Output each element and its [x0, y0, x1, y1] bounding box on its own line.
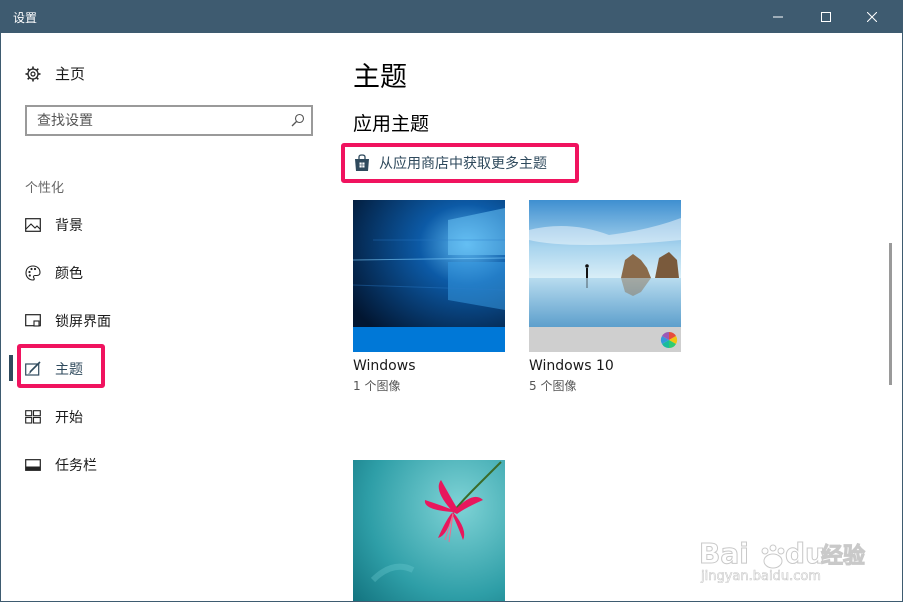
sidebar-item-label: 任务栏 [55, 458, 97, 474]
sidebar-item-start[interactable]: 开始 [25, 405, 83, 429]
sidebar-item-label: 颜色 [55, 266, 83, 282]
sidebar-item-background[interactable]: 背景 [25, 213, 83, 237]
window-title: 设置 [13, 11, 38, 25]
theme-image-count: 1 个图像 [353, 379, 401, 393]
theme-name: Windows 10 [529, 358, 614, 374]
highlight-box-store-link [341, 143, 579, 183]
search-icon[interactable] [291, 112, 305, 131]
gear-icon [25, 66, 41, 81]
nav-home-label: 主页 [55, 65, 86, 83]
close-icon [867, 12, 877, 22]
settings-window: 设置 主页 查找设置 个性化 背景 颜色 锁屏界面 主题 开始 任务栏 主题 应… [0, 0, 903, 602]
theme-tile-windows[interactable]: Windows 1 个图像 [353, 200, 505, 394]
content-area: 主页 个性化 背景 颜色 锁屏界面 [9, 33, 896, 601]
sidebar-item-label: 背景 [55, 218, 83, 234]
svg-text:Bai: Bai [699, 537, 749, 570]
svg-text:jingyan.baidu.com: jingyan.baidu.com [700, 569, 821, 583]
color-wheel-icon [660, 331, 678, 349]
theme-tile-flowers[interactable] [353, 460, 505, 601]
section-title: 应用主题 [353, 113, 430, 135]
page-title: 主题 [353, 62, 407, 93]
theme-thumbnail [353, 200, 505, 352]
svg-text:du: du [785, 537, 825, 570]
theme-image-count: 5 个图像 [529, 379, 577, 393]
svg-text:经验: 经验 [821, 543, 865, 569]
section-label-personalization: 个性化 [25, 181, 65, 196]
highlight-box-themes [17, 344, 105, 388]
search-input[interactable] [37, 111, 277, 131]
minimize-button[interactable] [755, 1, 801, 33]
baidu-jingyan-watermark: Bai du 经验 jingyan.baidu.com [699, 537, 866, 584]
active-indicator [9, 355, 13, 381]
picture-icon [25, 217, 41, 233]
palette-icon [25, 265, 41, 281]
vertical-scrollbar[interactable] [889, 243, 892, 385]
close-button[interactable] [849, 1, 895, 33]
taskbar-icon [25, 457, 41, 473]
theme-thumbnail [529, 200, 681, 352]
nav-home[interactable]: 主页 [25, 63, 85, 84]
search-box[interactable] [25, 105, 313, 136]
theme-name: Windows [353, 358, 416, 374]
theme-tile-windows-10[interactable]: Windows 10 5 个图像 [529, 200, 681, 394]
sidebar-item-label: 锁屏界面 [55, 314, 111, 330]
title-bar[interactable]: 设置 [1, 1, 902, 33]
maximize-icon [821, 12, 831, 22]
sidebar-item-lock-screen[interactable]: 锁屏界面 [25, 309, 111, 333]
sidebar-item-label: 开始 [55, 410, 83, 426]
start-menu-icon [25, 409, 41, 425]
sidebar-item-color[interactable]: 颜色 [25, 261, 83, 285]
maximize-button[interactable] [803, 1, 849, 33]
lock-screen-icon [25, 313, 41, 329]
sidebar-item-taskbar[interactable]: 任务栏 [25, 453, 97, 477]
theme-thumbnail [353, 460, 505, 601]
minimize-icon [773, 16, 783, 18]
